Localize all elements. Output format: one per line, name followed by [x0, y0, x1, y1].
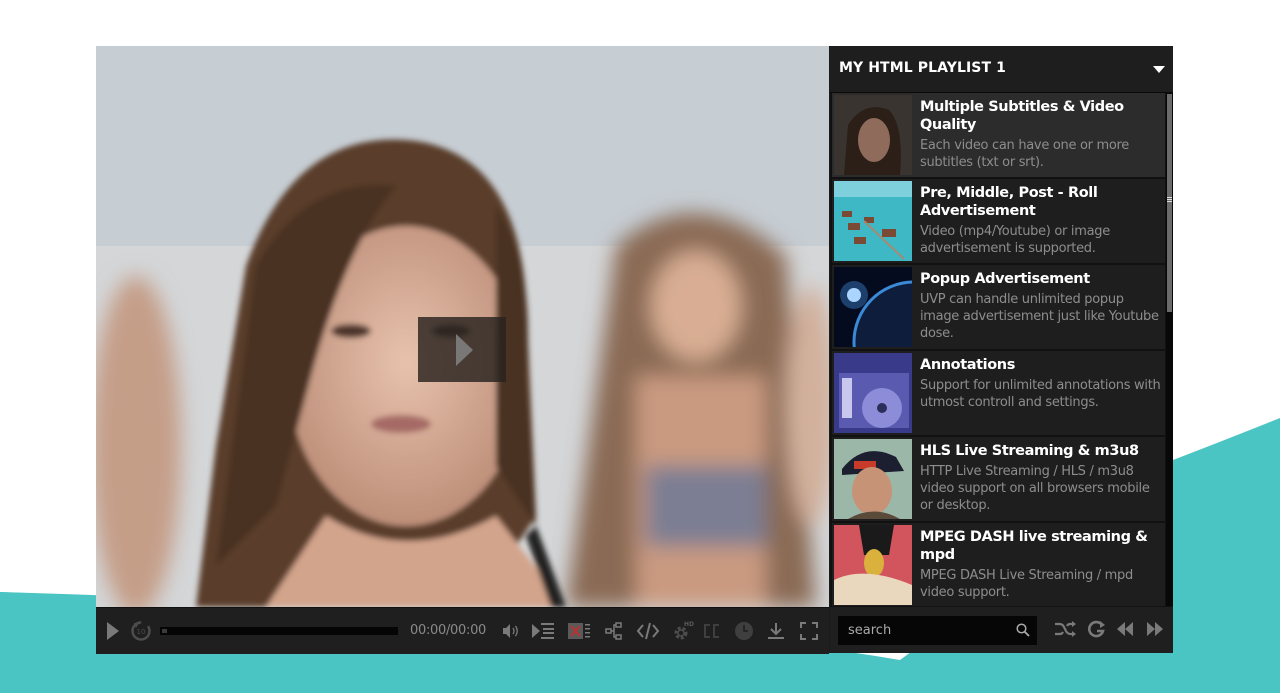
playlist-title: MY HTML PLAYLIST 1	[839, 60, 1006, 76]
playlist-item-title: Annotations	[920, 357, 1015, 373]
big-play-button[interactable]	[418, 317, 506, 382]
playlist-item[interactable]: MPEG DASH live streaming & mpd MPEG DASH…	[832, 523, 1165, 606]
subtitles-off-button[interactable]	[567, 608, 591, 654]
playlist-item[interactable]: Pre, Middle, Post - Roll Advertisement V…	[832, 179, 1165, 263]
speed-button[interactable]	[733, 608, 755, 654]
playlist-item[interactable]: Multiple Subtitles & Video Quality Each …	[832, 93, 1165, 177]
play-icon	[455, 333, 473, 366]
embed-code-icon	[637, 622, 659, 640]
loop-button[interactable]	[1087, 620, 1107, 643]
playlist-item[interactable]: HLS Live Streaming & m3u8 HTTP Live Stre…	[832, 437, 1165, 521]
fullscreen-button[interactable]	[798, 608, 820, 654]
shuffle-button[interactable]	[1054, 620, 1076, 643]
video-thumbnail	[834, 181, 912, 261]
loop-icon	[1088, 620, 1105, 638]
video-thumbnail	[834, 353, 912, 433]
playlist-item-title: HLS Live Streaming & m3u8	[920, 443, 1139, 459]
captions-button[interactable]	[702, 608, 722, 654]
share-button[interactable]	[603, 608, 625, 654]
playlist-scrollbar-thumb[interactable]	[1167, 94, 1172, 312]
previous-button[interactable]	[1116, 620, 1134, 643]
next-icon	[1147, 622, 1163, 636]
captions-icon	[704, 624, 719, 638]
volume-icon	[503, 624, 518, 638]
playlist-item-description: HTTP Live Streaming / HLS / m3u8 video s…	[920, 464, 1150, 513]
fullscreen-icon	[800, 622, 818, 640]
playlist-button[interactable]	[530, 608, 556, 654]
search-icon[interactable]	[1016, 623, 1030, 637]
video-thumbnail	[834, 267, 912, 347]
playlist-footer	[830, 607, 1173, 653]
embed-button[interactable]	[636, 608, 660, 654]
playlist-item[interactable]: Annotations Support for unlimited annota…	[832, 351, 1165, 435]
video-thumbnail	[834, 95, 912, 175]
search-box	[838, 616, 1037, 645]
playlist-panel: MY HTML PLAYLIST 1 Multiple Subtitles & …	[830, 46, 1173, 653]
video-screen[interactable]	[96, 46, 829, 607]
playlist-item[interactable]: Popup Advertisement UVP can handle unlim…	[832, 265, 1165, 349]
playlist-item-title: Multiple Subtitles & Video Quality	[920, 99, 1124, 133]
video-player: 10 00:00/00:00 HD MY HTML PLAYLIST 1 Mul…	[96, 46, 1173, 654]
previous-icon	[1117, 622, 1133, 636]
playlist-icon	[532, 623, 554, 639]
clock-icon	[735, 622, 753, 640]
grip-icon	[1167, 197, 1172, 203]
download-button[interactable]	[765, 608, 787, 654]
quality-badge: HD	[684, 621, 694, 628]
replay-10-icon: 10	[131, 621, 151, 641]
control-bar: 10 00:00/00:00 HD	[96, 607, 829, 654]
shuffle-icon	[1055, 621, 1076, 637]
next-button[interactable]	[1146, 620, 1164, 643]
playlist-item-description: Video (mp4/Youtube) or image advertiseme…	[920, 224, 1110, 256]
video-thumbnail	[834, 439, 912, 519]
progress-bar[interactable]	[160, 627, 398, 635]
playlist-item-description: Each video can have one or more subtitle…	[920, 138, 1129, 170]
playlist-item-description: MPEG DASH Live Streaming / mpd video sup…	[920, 568, 1133, 600]
playlist-item-title: Pre, Middle, Post - Roll Advertisement	[920, 185, 1098, 219]
volume-button[interactable]	[500, 608, 522, 654]
playlist-item-title: Popup Advertisement	[920, 271, 1090, 287]
time-display: 00:00/00:00	[410, 623, 487, 638]
subtitles-off-icon	[568, 623, 590, 639]
progress-fill	[162, 629, 167, 633]
playlist-items: Multiple Subtitles & Video Quality Each …	[830, 93, 1166, 606]
play-icon	[107, 622, 119, 640]
playlist-header: MY HTML PLAYLIST 1	[830, 46, 1173, 93]
share-icon	[605, 622, 622, 640]
playlist-item-description: UVP can handle unlimited popup image adv…	[920, 292, 1159, 341]
quality-hd-gear-icon: HD	[674, 621, 694, 640]
quality-button[interactable]: HD	[672, 608, 694, 654]
playlist-item-description: Support for unlimited annotations with u…	[920, 378, 1161, 410]
play-button[interactable]	[104, 608, 122, 654]
download-icon	[768, 623, 784, 639]
search-input[interactable]	[848, 616, 1008, 645]
playlist-item-title: MPEG DASH live streaming & mpd	[920, 529, 1148, 563]
svg-text:10: 10	[137, 628, 146, 636]
caret-down-icon[interactable]	[1153, 66, 1165, 73]
video-thumbnail	[834, 525, 912, 605]
replay-button[interactable]: 10	[129, 608, 153, 654]
